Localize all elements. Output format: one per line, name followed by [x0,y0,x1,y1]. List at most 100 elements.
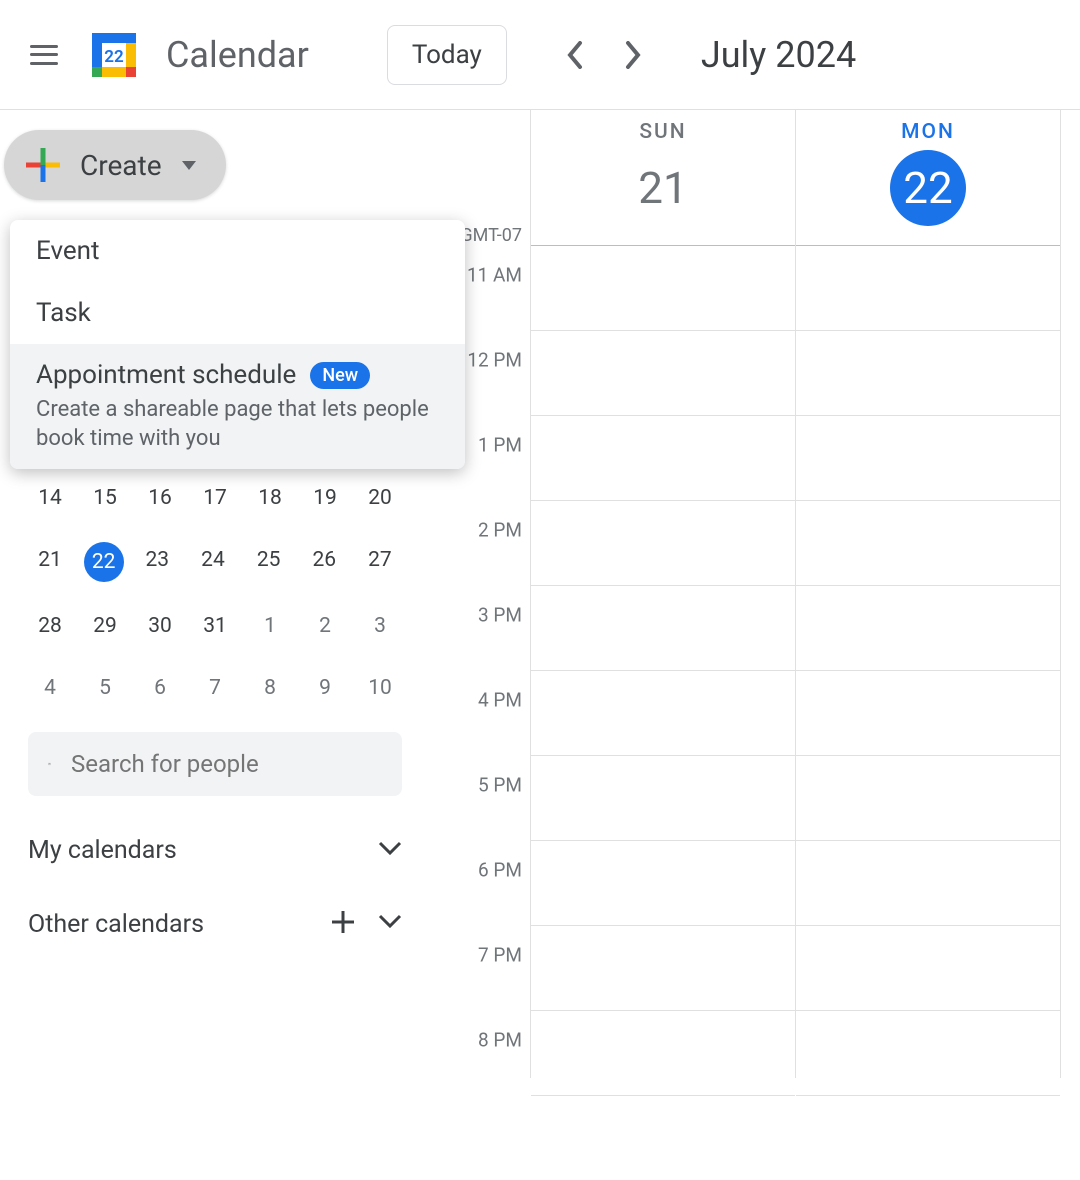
hour-label: 4 PM [478,689,522,712]
hour-label: 12 PM [467,349,522,372]
mini-calendar-day[interactable]: 9 [303,670,347,706]
mini-calendar-day[interactable]: 8 [248,670,292,706]
hour-cell[interactable] [531,500,795,585]
mini-calendar: 1415161718192021222324252627282930311234… [0,480,430,706]
mini-calendar-day[interactable]: 17 [193,480,237,516]
hour-cell[interactable] [531,415,795,500]
mini-calendar-day[interactable]: 25 [247,542,291,578]
today-button[interactable]: Today [387,25,507,85]
mini-calendar-day[interactable]: 18 [248,480,292,516]
svg-text:22: 22 [104,47,124,67]
day-number[interactable]: 21 [625,150,701,226]
mini-calendar-day[interactable]: 20 [358,480,402,516]
mini-calendar-day[interactable]: 4 [28,670,72,706]
create-label: Create [80,149,162,182]
mini-calendar-day[interactable]: 19 [303,480,347,516]
hour-cell[interactable] [796,415,1060,500]
app-title: Calendar [166,34,309,76]
prev-period-button[interactable] [555,35,595,75]
mini-calendar-day[interactable]: 6 [138,670,182,706]
mini-calendar-day[interactable]: 26 [302,542,346,578]
day-of-week-label: MON [796,120,1060,144]
hour-cell[interactable] [796,1095,1060,1180]
search-people[interactable] [28,732,402,796]
hour-cell[interactable] [531,1010,795,1095]
day-column[interactable]: MON 22 [795,110,1060,1078]
calendar-logo: 22 [86,27,142,83]
hour-cell[interactable] [796,500,1060,585]
hour-label: 1 PM [478,434,522,457]
hour-cell[interactable] [796,245,1060,330]
mini-calendar-day[interactable]: 21 [28,542,72,578]
hour-label: 6 PM [478,859,522,882]
add-calendar-button[interactable] [330,905,356,943]
hour-cell[interactable] [531,925,795,1010]
hour-label: 2 PM [478,519,522,542]
current-period-label: July 2024 [701,34,856,76]
hour-cell[interactable] [531,330,795,415]
hour-cell[interactable] [531,1095,795,1180]
day-column[interactable]: SUN 21 [530,110,795,1078]
hour-cell[interactable] [531,585,795,670]
chevron-down-icon[interactable] [378,841,402,861]
plus-icon [26,148,60,182]
hour-cell[interactable] [531,670,795,755]
mini-calendar-day[interactable]: 22 [84,542,124,582]
section-label: Other calendars [28,910,204,939]
sidebar: Create Event Task Appointment schedule N… [0,110,430,1078]
dropdown-item-event[interactable]: Event [10,220,465,282]
mini-calendar-day[interactable]: 1 [248,608,292,644]
main-menu-button[interactable] [20,31,68,79]
hour-cell[interactable] [531,755,795,840]
hour-cell[interactable] [796,840,1060,925]
calendar-grid: GMT-07 11 AM12 PM1 PM2 PM3 PM4 PM5 PM6 P… [430,110,1080,1078]
mini-calendar-day[interactable]: 7 [193,670,237,706]
chevron-down-icon [182,161,196,170]
mini-calendar-day[interactable]: 10 [358,670,402,706]
dropdown-item-task[interactable]: Task [10,282,465,344]
mini-calendar-day[interactable]: 3 [358,608,402,644]
day-header[interactable]: MON 22 [796,110,1060,245]
hour-cell[interactable] [796,925,1060,1010]
section-label: My calendars [28,836,177,865]
create-button[interactable]: Create [4,130,226,200]
hour-cell[interactable] [796,670,1060,755]
dropdown-item-subtitle: Create a shareable page that lets people… [36,396,439,453]
mini-calendar-day[interactable]: 30 [138,608,182,644]
mini-calendar-day[interactable]: 29 [83,608,127,644]
hour-cell[interactable] [796,330,1060,415]
people-icon [48,752,51,776]
hour-cell[interactable] [796,585,1060,670]
search-people-input[interactable] [71,750,382,778]
other-calendars-section[interactable]: Other calendars [0,905,430,943]
hour-cell[interactable] [796,1010,1060,1095]
my-calendars-section[interactable]: My calendars [0,836,430,865]
mini-calendar-day[interactable]: 14 [28,480,72,516]
mini-calendar-day[interactable]: 15 [83,480,127,516]
mini-calendar-day[interactable]: 23 [135,542,179,578]
nav-arrows [555,35,653,75]
dropdown-item-label: Task [36,298,91,328]
mini-calendar-day[interactable]: 24 [191,542,235,578]
next-period-button[interactable] [613,35,653,75]
hour-cell[interactable] [796,755,1060,840]
day-header[interactable]: SUN 21 [531,110,795,245]
day-number[interactable]: 22 [890,150,966,226]
chevron-down-icon[interactable] [378,914,402,934]
hour-cell[interactable] [531,245,795,330]
dropdown-item-appointment-schedule[interactable]: Appointment schedule New Create a sharea… [10,344,465,469]
hour-label: 11 AM [467,264,522,287]
day-of-week-label: SUN [531,120,795,144]
mini-calendar-day[interactable]: 31 [193,608,237,644]
mini-calendar-day[interactable]: 2 [303,608,347,644]
new-badge: New [310,362,370,389]
mini-calendar-day[interactable]: 5 [83,670,127,706]
timezone-label: GMT-07 [460,225,522,246]
mini-calendar-day[interactable]: 27 [358,542,402,578]
mini-calendar-day[interactable]: 16 [138,480,182,516]
hour-cell[interactable] [531,840,795,925]
mini-calendar-day[interactable]: 28 [28,608,72,644]
hour-label: 3 PM [478,604,522,627]
hour-label: 8 PM [478,1029,522,1052]
app-header: 22 Calendar Today July 2024 [0,0,1080,110]
